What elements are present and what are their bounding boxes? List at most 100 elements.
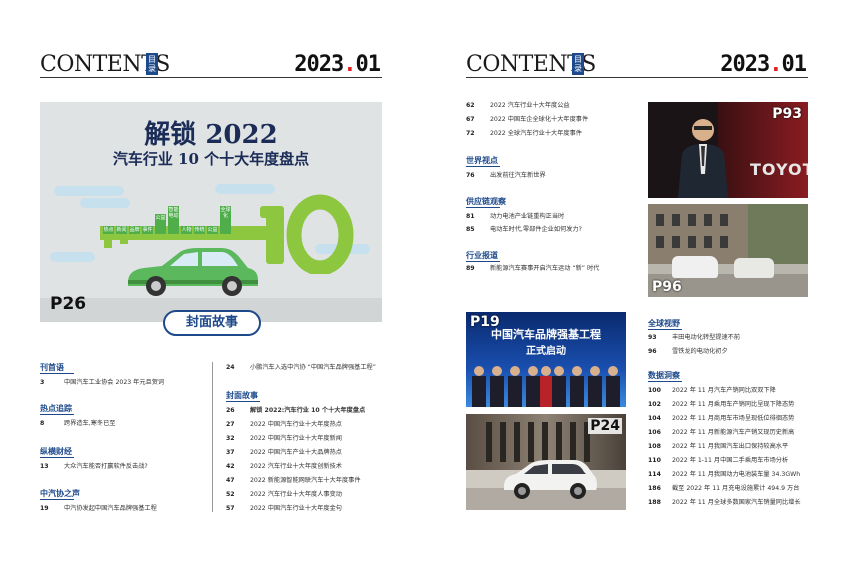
section-title: 全球视野 (648, 319, 680, 328)
toc-row[interactable]: 93 丰田电动化转型提速不前 (648, 332, 740, 341)
toc-row[interactable]: 89 新能源汽车赛事开启汽车运动 “新” 时代 (466, 263, 599, 272)
key-tag: 公益 (155, 214, 166, 234)
key-tag: 新闻 (116, 226, 127, 234)
window-row (656, 214, 736, 226)
issue-year: 2023.01 (294, 52, 381, 77)
car-white (734, 258, 774, 278)
key-tag: 品牌 (129, 226, 140, 234)
photo-label: P19 (470, 314, 500, 330)
toc-row[interactable]: 52 2022 汽车行业十大年度人事变动 (226, 489, 342, 498)
section-underline (40, 499, 74, 500)
toc-row[interactable]: 47 2022 新能源智能网联汽车十大年度事件 (226, 475, 361, 484)
window-grid (486, 422, 596, 462)
section-underline (648, 381, 682, 382)
toc-row[interactable]: 76 出发前往汽车新世界 (466, 170, 546, 179)
car-white (672, 256, 718, 278)
issue-year: 2023.01 (720, 52, 807, 77)
key-tag: 传统 (194, 226, 205, 234)
toc-row[interactable]: 114 2022 年 11 月我国动力电池装车量 34.3GWh (648, 469, 800, 478)
cloud (50, 252, 95, 262)
photo-p19: 中国汽车品牌强基工程 正式启动 P19 (466, 312, 626, 407)
right-header: CONTENTS 目录 2023.01 (466, 52, 808, 80)
toc-row[interactable]: 96 雪铁龙的电动化初夕 (648, 346, 728, 355)
cover-story-button[interactable]: 封面故事 (163, 310, 261, 336)
section-underline (466, 261, 500, 262)
speaker-figure (678, 119, 728, 198)
key-tag: 公益 (207, 226, 218, 234)
key-tags: 热点 新闻 品牌 事件 公益 智能电动 人物 传统 公益 全球化 (103, 206, 231, 234)
section-title: 封面故事 (226, 391, 258, 400)
toyota-sign: TOYOTA (750, 160, 808, 179)
cover-illustration: 解锁 2022 汽车行业 10 个十大年度盘点 热点 新闻 品牌 事件 公益 智… (40, 102, 382, 322)
toc-row[interactable]: 24 小鹏汽车入选中汽协 “中国汽车品牌强基工程” (226, 362, 376, 371)
toc-row[interactable]: 8 跨界造车,寒冬已至 (40, 418, 115, 427)
key-tag: 人物 (181, 226, 192, 234)
section-underline (40, 373, 74, 374)
toc-row[interactable]: 85 电动车时代,零部件企业如何发力? (466, 224, 582, 233)
section-underline (466, 207, 500, 208)
key-tag: 热点 (103, 226, 114, 234)
toc-row[interactable]: 81 动力电池产业链重构正当时 (466, 211, 564, 220)
photo-label: P96 (652, 279, 682, 295)
toc-row[interactable]: 186 截至 2022 年 11 月充电设施累计 494.9 万台 (648, 483, 799, 492)
toc-row[interactable]: 62 2022 汽车行业十大年度公益 (466, 100, 570, 109)
toc-row[interactable]: 108 2022 年 11 月我国汽车出口保持较高水平 (648, 441, 788, 450)
toc-row[interactable]: 110 2022 年 1-11 月中国二手乘用车市场分析 (648, 455, 788, 464)
toc-row[interactable]: 72 2022 全球汽车行业十大年度事件 (466, 128, 582, 137)
section-title: 行业报道 (466, 251, 498, 260)
car-illustration (128, 248, 258, 296)
toc-row[interactable]: 100 2022 年 11 月汽车产销同比双双下降 (648, 385, 776, 394)
section-title: 热点追踪 (40, 404, 72, 413)
section-underline (466, 166, 500, 167)
key-head-ten (260, 194, 354, 274)
page-badge: P26 (50, 294, 87, 314)
toc-row[interactable]: 13 大众汽车能否打赢软件反击战? (40, 461, 148, 470)
section-title: 世界视点 (466, 156, 498, 165)
cloud (54, 186, 124, 196)
toc-row[interactable]: 3 中国汽车工业协会 2023 年元旦贺词 (40, 377, 164, 386)
toc-row[interactable]: 32 2022 中国汽车行业十大年度新闻 (226, 433, 342, 442)
photo-p24: P24 (466, 414, 626, 510)
cover-title: 解锁 2022 (144, 120, 278, 150)
key-tag: 事件 (142, 226, 153, 234)
header-rule (466, 77, 808, 78)
photo-p96: P96 (648, 204, 808, 297)
section-title: 中汽协之声 (40, 489, 80, 498)
building (648, 204, 748, 264)
window-row (656, 236, 736, 248)
toc-row[interactable]: 19 中汽协发起中国汽车品牌强基工程 (40, 503, 157, 512)
banner-subtitle: 正式启动 (526, 346, 566, 357)
toc-row[interactable]: 42 2022 汽车行业十大年度创新技术 (226, 461, 342, 470)
toc-row[interactable]: 26 解锁 2022:汽车行业 10 个十大年度盘点 (226, 405, 365, 414)
group-of-people (472, 366, 620, 407)
toc-row[interactable]: 57 2022 中国汽车行业十大年度金句 (226, 503, 342, 512)
toc-row[interactable]: 37 2022 中国汽车产业十大品牌热点 (226, 447, 342, 456)
toc-row[interactable]: 106 2022 年 11 月新能源汽车产销又现历史新高 (648, 427, 794, 436)
key-tag: 全球化 (220, 206, 231, 234)
contents-box: 目录 (146, 53, 158, 75)
photo-p93: TOYOTA P93 (648, 102, 808, 198)
photo-label: P93 (772, 106, 802, 122)
key-tooth (104, 238, 112, 248)
section-title: 供应链观察 (466, 197, 506, 206)
toc-row[interactable]: 27 2022 中国汽车行业十大年度热点 (226, 419, 342, 428)
toc-row[interactable]: 67 2022 中国车企全球化十大年度事件 (466, 114, 588, 123)
building (748, 204, 808, 264)
section-title: 纵横财经 (40, 447, 72, 456)
toc-row[interactable]: 188 2022 年 11 月全球多数国家汽车销量同比增长 (648, 497, 801, 506)
header-rule (40, 77, 382, 78)
contents-box: 目录 (572, 53, 584, 75)
toc-row[interactable]: 102 2022 年 11 月乘用车产销同比呈现下降态势 (648, 399, 794, 408)
photo-label: P24 (588, 418, 622, 434)
left-header: CONTENTS 目录 2023.01 (40, 52, 382, 80)
section-title: 数据洞察 (648, 371, 680, 380)
toc-row[interactable]: 104 2022 年 11 月商用车市场呈现低位徘徊态势 (648, 413, 794, 422)
cover-subtitle: 汽车行业 10 个十大年度盘点 (112, 150, 310, 168)
column-divider (212, 362, 213, 512)
key-tag: 智能电动 (168, 206, 179, 234)
section-title: 刊首语 (40, 363, 64, 372)
suv-white (504, 460, 597, 499)
section-underline (40, 414, 74, 415)
section-underline (226, 401, 260, 402)
cloud (215, 184, 275, 194)
